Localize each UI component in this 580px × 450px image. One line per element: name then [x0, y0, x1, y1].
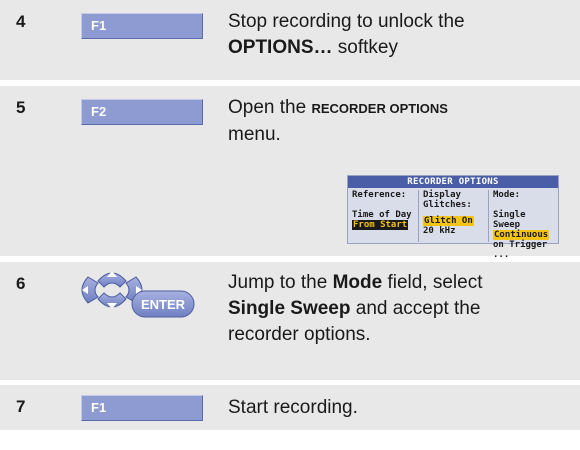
option-on-trigger[interactable]: on Trigger ... — [493, 240, 558, 260]
display-header: Display — [423, 190, 461, 200]
step-description: Stop recording to unlock the OPTIONS… so… — [228, 11, 465, 58]
step-row-4: 4 F1 Stop recording to unlock the OPTION… — [0, 0, 580, 80]
enter-key[interactable]: ENTER — [131, 290, 195, 318]
recorder-options-menu: RECORDER OPTIONS Reference: Time of Day … — [347, 175, 559, 260]
f1-softkey[interactable]: F1 — [81, 395, 203, 421]
step-number: 4 — [16, 12, 26, 31]
f2-softkey[interactable]: F2 — [81, 99, 203, 125]
arrow-left-key[interactable] — [81, 276, 99, 304]
enter-key-label: ENTER — [141, 297, 186, 312]
step-number: 5 — [16, 98, 26, 117]
step-row-7: 7 F1 Start recording. — [0, 385, 580, 430]
navigation-keypad[interactable]: ENTER — [68, 259, 208, 321]
step-description: Open the RECORDER OPTIONS menu. — [228, 97, 448, 145]
mode-field[interactable]: Mode: Single Sweep Continuous on Trigger… — [488, 190, 558, 260]
display-glitches-field[interactable]: Display Glitches: Glitch On 20 kHz — [418, 190, 488, 242]
step-description: Jump to the Mode field, select Single Sw… — [228, 272, 483, 345]
option-20khz[interactable]: 20 kHz — [423, 226, 488, 236]
menu-title: RECORDER OPTIONS — [348, 176, 558, 188]
option-single-sweep[interactable]: Single Sweep — [493, 210, 558, 230]
step-description: Start recording. — [228, 397, 358, 418]
reference-header: Reference: — [352, 190, 407, 200]
option-time-of-day[interactable]: Time of Day — [352, 210, 418, 220]
option-glitch-on-selected[interactable]: Glitch On — [423, 216, 474, 226]
mode-header: Mode: — [493, 190, 521, 200]
f1-softkey[interactable]: F1 — [81, 13, 203, 39]
step-number: 6 — [16, 274, 26, 293]
option-continuous-selected[interactable]: Continuous — [493, 230, 550, 240]
arrow-up-key[interactable] — [97, 271, 127, 288]
arrow-down-key[interactable] — [97, 292, 127, 309]
reference-field[interactable]: Reference: Time of Day From Start — [348, 190, 418, 242]
step-number: 7 — [16, 397, 26, 416]
option-from-start-selected[interactable]: From Start — [352, 220, 409, 230]
glitches-header: Glitches: — [423, 200, 472, 210]
